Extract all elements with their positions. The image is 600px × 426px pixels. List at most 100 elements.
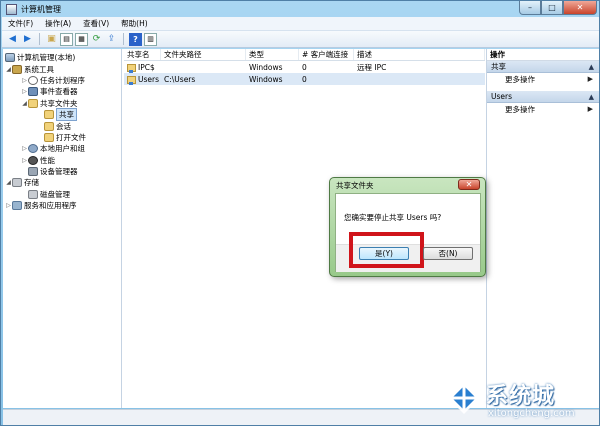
tree-item-label: 计算机管理(本地) <box>17 53 76 63</box>
submenu-arrow-icon: ▶ <box>587 75 593 83</box>
watermark-text-cn: 系统城 <box>486 384 556 409</box>
more-actions-item[interactable]: 更多操作 ▶ <box>487 73 599 86</box>
column-header-description[interactable]: 描述 <box>354 49 485 60</box>
tree-item-label: 系统工具 <box>24 64 54 74</box>
properties-icon[interactable]: ▦ <box>75 32 88 46</box>
tree-item-task-scheduler[interactable]: ▷ 任务计划程序 <box>3 75 121 86</box>
refresh-icon[interactable]: ⟳ <box>90 33 103 46</box>
menu-action[interactable]: 操作(A) <box>39 18 77 29</box>
tree-item-performance[interactable]: ▷ 性能 <box>3 155 121 166</box>
share-name-cell: IPC$ <box>124 63 161 73</box>
expand-triangle-icon[interactable]: ▷ <box>5 202 12 209</box>
dialog-close-button[interactable]: ✕ <box>458 179 480 190</box>
clients-cell: 0 <box>302 74 307 84</box>
tree-item-device-manager[interactable]: 设备管理器 <box>3 166 121 177</box>
tree-item-services[interactable]: ▷ 服务和应用程序 <box>3 200 121 211</box>
back-arrow-icon[interactable]: ◀ <box>6 33 19 46</box>
forward-arrow-icon[interactable]: ▶ <box>21 33 34 46</box>
expand-triangle-icon[interactable]: ▷ <box>21 145 28 152</box>
tree-item-system-tools[interactable]: ◢ 系统工具 <box>3 63 121 74</box>
disk-icon <box>28 189 38 199</box>
tree-item-label: 磁盘管理 <box>40 189 70 199</box>
folder-path-cell: C:\Users <box>164 74 196 84</box>
open-files-icon <box>44 132 54 142</box>
export-list-icon[interactable]: ⇪ <box>105 33 118 46</box>
up-folder-icon[interactable]: ▣ <box>45 33 58 46</box>
toolbar: ◀ ▶ ▣ ▤ ▦ ⟳ ⇪ ? ▥ <box>2 31 599 48</box>
toolbar-divider <box>39 33 40 45</box>
watermark: 系统城 xitongcheng.com <box>446 378 596 422</box>
column-header-folder-path[interactable]: 文件夹路径 <box>161 49 246 60</box>
yes-button[interactable]: 是(Y) <box>359 247 409 260</box>
watermark-logo-icon <box>448 382 480 414</box>
shared-folder-icon <box>127 75 136 85</box>
sessions-icon <box>44 121 54 131</box>
tree-item-sessions[interactable]: 会话 <box>3 120 121 131</box>
collapse-triangle-icon[interactable]: ◢ <box>5 179 12 186</box>
clock-icon <box>28 75 38 85</box>
title-bar[interactable]: 计算机管理 – □ ✕ <box>1 1 600 17</box>
collapse-triangle-icon[interactable]: ▲ <box>589 91 594 103</box>
column-header-type[interactable]: 类型 <box>246 49 299 60</box>
window-controls: – □ ✕ <box>519 1 597 15</box>
computer-icon <box>5 53 15 63</box>
description-cell: 远程 IPC <box>357 62 387 72</box>
dialog-title: 共享文件夹 <box>336 181 374 190</box>
table-row[interactable]: IPC$ Windows 0 远程 IPC <box>124 61 485 73</box>
device-manager-icon <box>28 167 38 177</box>
tree-item-root[interactable]: 计算机管理(本地) <box>3 52 121 63</box>
actions-pane: 操作 共享 ▲ 更多操作 ▶ Users ▲ 更多操作 ▶ <box>486 49 599 408</box>
more-actions-item[interactable]: 更多操作 ▶ <box>487 103 599 116</box>
menu-file[interactable]: 文件(F) <box>2 18 39 29</box>
collapse-triangle-icon[interactable]: ◢ <box>21 100 28 107</box>
list-header: 共享名 文件夹路径 类型 # 客户端连接 描述 <box>124 49 485 61</box>
action-label: 更多操作 <box>505 75 535 84</box>
services-icon <box>12 201 22 211</box>
help-icon[interactable]: ? <box>129 32 142 46</box>
section-label: 共享 <box>491 62 506 71</box>
menu-help[interactable]: 帮助(H) <box>115 18 154 29</box>
collapse-triangle-icon[interactable]: ▲ <box>589 61 594 73</box>
watermark-text-en: xitongcheng.com <box>488 408 575 419</box>
expand-triangle-icon[interactable]: ▷ <box>21 88 28 95</box>
tree-item-label: 会话 <box>56 121 71 131</box>
tree-item-storage[interactable]: ◢ 存储 <box>3 177 121 188</box>
share-name-cell: Users <box>124 75 161 85</box>
actions-section-users[interactable]: Users ▲ <box>487 91 599 103</box>
tools-icon <box>12 64 22 74</box>
tree-item-open-files[interactable]: 打开文件 <box>3 132 121 143</box>
actions-section-shares[interactable]: 共享 ▲ <box>487 61 599 73</box>
users-icon <box>28 144 38 154</box>
menu-view[interactable]: 查看(V) <box>77 18 115 29</box>
clients-cell: 0 <box>302 62 307 72</box>
expand-triangle-icon[interactable]: ▷ <box>21 77 28 84</box>
tree-item-label: 共享文件夹 <box>40 98 78 108</box>
show-tree-icon[interactable]: ▤ <box>60 32 73 46</box>
main-window: 计算机管理 – □ ✕ 文件(F) 操作(A) 查看(V) 帮助(H) ◀ ▶ … <box>0 0 600 426</box>
column-header-share-name[interactable]: 共享名 <box>124 49 161 60</box>
tree-item-shares[interactable]: 共享 <box>3 108 121 122</box>
minimize-button[interactable]: – <box>519 1 541 15</box>
dialog-message: 您确实要停止共享 Users 吗? <box>344 213 442 222</box>
tree-item-disk-management[interactable]: 磁盘管理 <box>3 189 121 200</box>
close-button[interactable]: ✕ <box>563 1 597 15</box>
tree-item-local-users[interactable]: ▷ 本地用户和组 <box>3 143 121 154</box>
section-label: Users <box>491 92 513 101</box>
type-cell: Windows <box>249 62 283 72</box>
tree-item-label: 事件查看器 <box>40 87 78 97</box>
column-header-client-connections[interactable]: # 客户端连接 <box>299 49 354 60</box>
no-button[interactable]: 否(N) <box>423 247 473 260</box>
collapse-triangle-icon[interactable]: ◢ <box>5 66 12 73</box>
expand-triangle-icon[interactable]: ▷ <box>21 157 28 164</box>
submenu-arrow-icon: ▶ <box>587 105 593 113</box>
share-folder-icon <box>44 110 54 120</box>
maximize-button[interactable]: □ <box>541 1 563 15</box>
tree-item-label: 存储 <box>24 178 39 188</box>
tree-item-event-viewer[interactable]: ▷ 事件查看器 <box>3 86 121 97</box>
show-action-pane-icon[interactable]: ▥ <box>144 32 157 46</box>
tree-item-label: 任务计划程序 <box>40 75 85 85</box>
table-row[interactable]: Users C:\Users Windows 0 <box>124 73 485 85</box>
actions-title: 操作 <box>487 49 599 61</box>
tree-item-label: 性能 <box>40 155 55 165</box>
tree-item-label: 设备管理器 <box>40 167 78 177</box>
